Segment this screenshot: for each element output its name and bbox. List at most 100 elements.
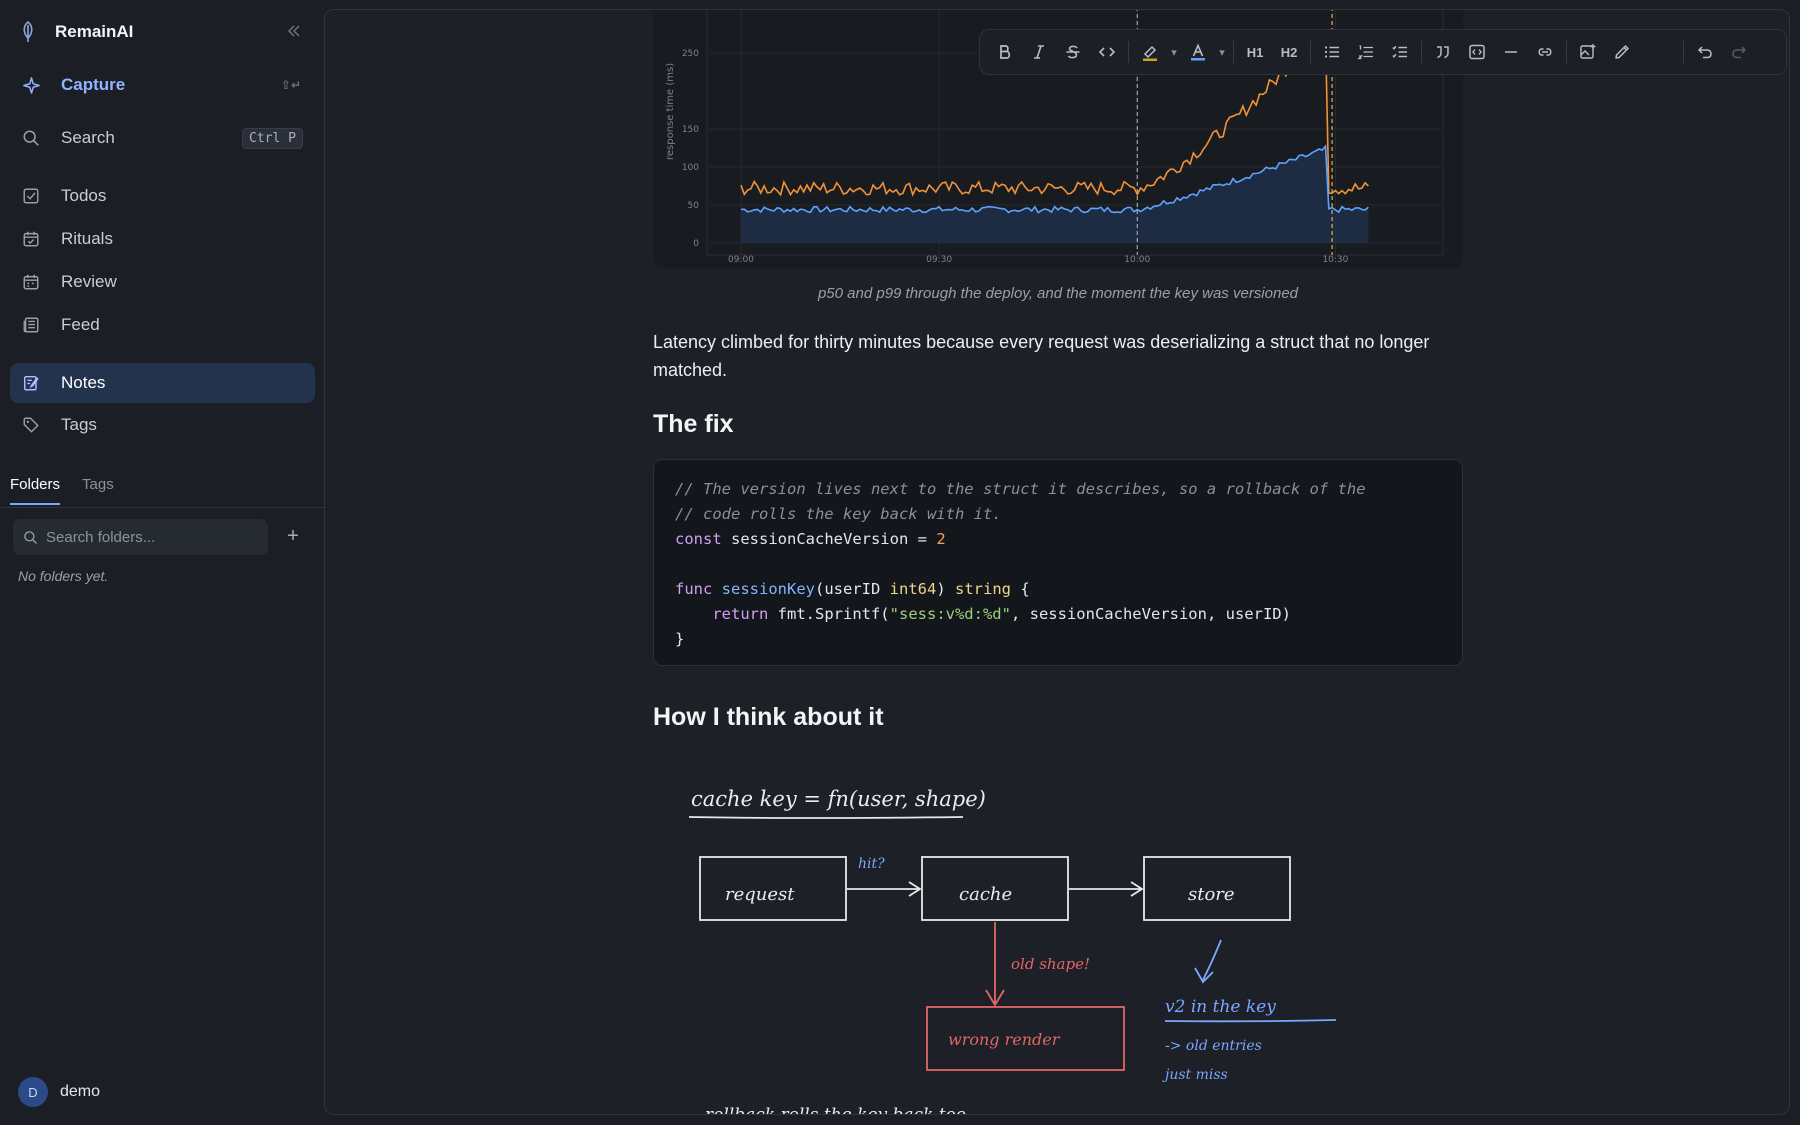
horizontal-rule-button[interactable] xyxy=(1494,35,1528,69)
code-line: const sessionCacheVersion = 2 xyxy=(675,527,1441,552)
sidebar-item-label: Todos xyxy=(61,186,107,205)
sparkle-icon xyxy=(21,75,41,95)
x-tick-label: 09:30 xyxy=(926,255,952,265)
sketch-arrow-cache-store xyxy=(1069,881,1144,897)
text-color-icon xyxy=(1191,43,1205,61)
search-button[interactable]: Search Ctrl P xyxy=(10,118,315,158)
code-text: fmt.Sprintf( xyxy=(768,605,890,623)
divider xyxy=(0,507,324,508)
code-block[interactable]: // The version lives next to the struct … xyxy=(653,459,1463,666)
strikethrough-button[interactable] xyxy=(1056,35,1090,69)
code-block-icon xyxy=(1469,44,1485,60)
highlight-button[interactable] xyxy=(1133,35,1167,69)
code-comment: // The version lives next to the struct … xyxy=(675,480,1366,498)
insert-image-button[interactable] xyxy=(1571,35,1605,69)
sketch-underline xyxy=(688,816,964,819)
sidebar-item-label: Rituals xyxy=(61,229,113,248)
sketch-underline-v2 xyxy=(1164,1019,1337,1023)
inline-code-button[interactable] xyxy=(1090,35,1124,69)
link-button[interactable] xyxy=(1528,35,1562,69)
code-keyword: func xyxy=(675,580,713,598)
bold-button[interactable] xyxy=(988,35,1022,69)
chevron-down-icon[interactable]: ▾ xyxy=(1215,46,1229,59)
heading2-button[interactable]: H2 xyxy=(1272,35,1306,69)
toolbar-divider xyxy=(1233,41,1234,63)
user-name: demo xyxy=(60,1083,101,1100)
ordered-list-button[interactable] xyxy=(1349,35,1383,69)
sketch-label-hit: hit? xyxy=(858,856,885,872)
empty-folders-message: No folders yet. xyxy=(18,568,109,584)
cache-key-sketch[interactable]: cache key = fn(user, shape) request cach… xyxy=(653,750,1463,1115)
ordered-list-icon xyxy=(1357,45,1373,60)
feather-logo-icon xyxy=(23,21,33,42)
redo-button[interactable] xyxy=(1722,35,1756,69)
notes-icon xyxy=(21,373,41,393)
bullet-list-button[interactable] xyxy=(1315,35,1349,69)
checkbox-icon xyxy=(21,186,41,206)
redo-icon xyxy=(1732,46,1747,59)
text-color-button[interactable] xyxy=(1181,35,1215,69)
image-add-icon xyxy=(1580,44,1596,59)
folder-search-input[interactable] xyxy=(46,528,256,546)
capture-button[interactable]: Capture ⇧↵ xyxy=(10,65,315,105)
newspaper-icon xyxy=(21,315,41,335)
sidebar: RemainAI Capture ⇧↵ Search Ctrl P Todos … xyxy=(0,0,324,1125)
sidebar-item-rituals[interactable]: Rituals xyxy=(10,219,315,259)
sidebar-item-todos[interactable]: Todos xyxy=(10,176,315,216)
code-function: sessionKey xyxy=(721,580,815,598)
undo-button[interactable] xyxy=(1688,35,1722,69)
y-tick-label: 0 xyxy=(693,239,699,249)
sketch-label-store: store xyxy=(1188,884,1235,905)
y-axis-label: response time (ms) xyxy=(665,63,676,160)
code-text: sessionCacheVersion = xyxy=(721,530,937,548)
y-tick-label: 250 xyxy=(682,49,699,59)
p50-area xyxy=(741,146,1369,243)
pencil-icon xyxy=(1615,45,1629,59)
tag-icon xyxy=(21,415,41,435)
quote-icon xyxy=(1437,46,1449,59)
toolbar-divider xyxy=(1310,41,1311,63)
undo-icon xyxy=(1697,46,1712,59)
heading-how-i-think: How I think about it xyxy=(653,703,884,731)
draw-button[interactable] xyxy=(1605,35,1639,69)
calendar-check-icon xyxy=(21,229,41,249)
italic-button[interactable] xyxy=(1022,35,1056,69)
x-tick-label: 10:00 xyxy=(1124,255,1150,265)
toolbar-divider xyxy=(1683,41,1684,63)
bullet-list-icon xyxy=(1324,46,1339,58)
tab-tags[interactable]: Tags xyxy=(82,476,114,505)
code-type: string xyxy=(955,580,1011,598)
code-line: return fmt.Sprintf("sess:v%d:%d", sessio… xyxy=(675,602,1441,627)
heading1-button[interactable]: H1 xyxy=(1238,35,1272,69)
tab-folders[interactable]: Folders xyxy=(10,476,61,505)
code-block-button[interactable] xyxy=(1460,35,1494,69)
sidebar-item-review[interactable]: Review xyxy=(10,262,315,302)
code-line: } xyxy=(675,630,685,648)
y-tick-label: 100 xyxy=(682,163,699,173)
link-icon xyxy=(1538,48,1552,56)
sidebar-item-tags[interactable]: Tags xyxy=(10,405,315,445)
strikethrough-icon xyxy=(1066,45,1080,59)
collapse-sidebar-icon[interactable] xyxy=(284,21,304,41)
sidebar-item-feed[interactable]: Feed xyxy=(10,305,315,345)
app-name: RemainAI xyxy=(55,22,134,41)
highlighter-icon xyxy=(1143,45,1157,61)
code-icon xyxy=(1098,47,1116,57)
code-text: (userID xyxy=(815,580,890,598)
capture-shortcut: ⇧↵ xyxy=(280,78,301,92)
sidebar-item-notes[interactable]: Notes xyxy=(10,363,315,403)
sketch-label-old-shape: old shape! xyxy=(1011,955,1090,973)
add-folder-button[interactable]: + xyxy=(282,525,304,547)
user-menu[interactable]: D demo xyxy=(18,1077,100,1107)
x-tick-label: 09:00 xyxy=(728,255,754,265)
sketch-arrow-v2 xyxy=(1194,939,1222,984)
quote-button[interactable] xyxy=(1426,35,1460,69)
brand[interactable]: RemainAI xyxy=(20,18,133,46)
chevron-down-icon[interactable]: ▾ xyxy=(1167,46,1181,59)
code-text: ) xyxy=(936,580,955,598)
code-keyword: const xyxy=(675,530,722,548)
sketch-label-v2: v2 in the key xyxy=(1165,997,1276,1017)
y-tick-label: 150 xyxy=(682,125,699,135)
search-icon xyxy=(21,128,41,148)
task-list-button[interactable] xyxy=(1383,35,1417,69)
